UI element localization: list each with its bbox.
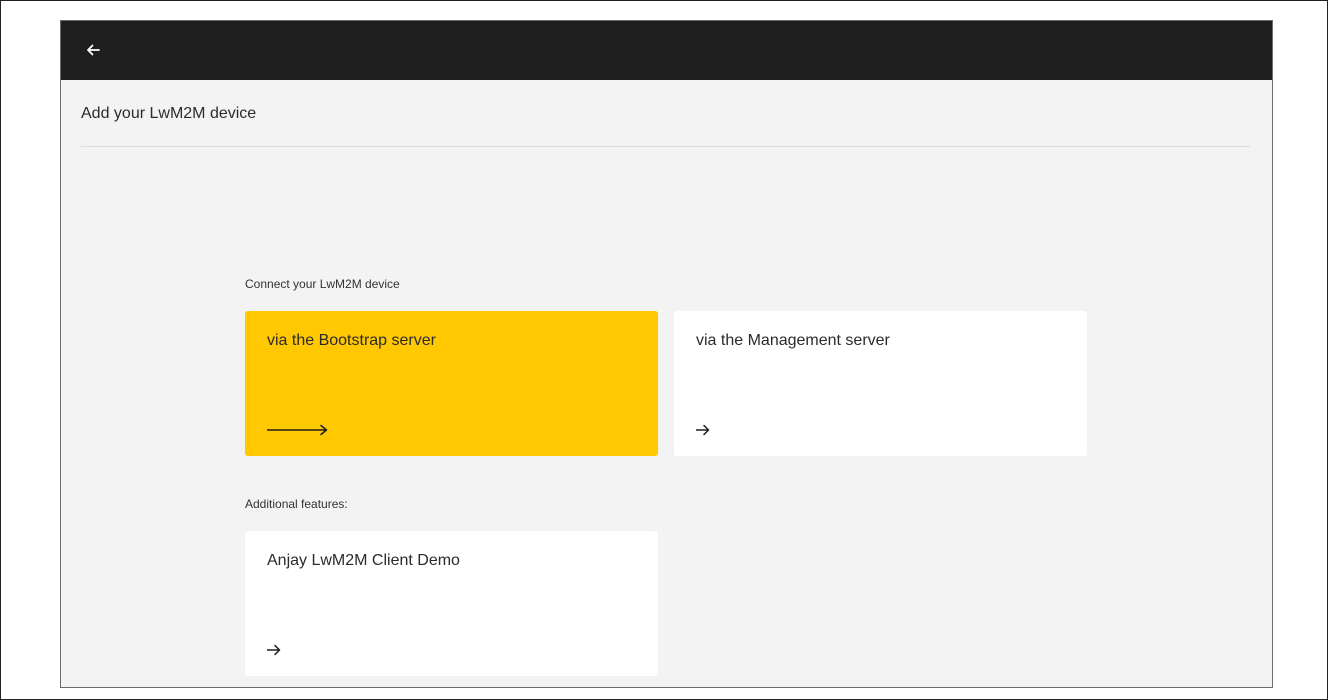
bootstrap-server-card-label: via the Bootstrap server	[267, 332, 436, 349]
arrow-left-icon	[87, 44, 100, 56]
bootstrap-server-card[interactable]: via the Bootstrap server	[245, 311, 658, 456]
back-button[interactable]	[79, 36, 107, 64]
management-server-card[interactable]: via the Management server	[674, 311, 1087, 456]
arrow-right-icon	[267, 644, 281, 656]
arrow-right-icon	[696, 424, 710, 436]
anjay-client-demo-card-label: Anjay LwM2M Client Demo	[267, 552, 460, 569]
title-divider	[81, 146, 1250, 147]
management-server-card-label: via the Management server	[696, 332, 890, 349]
app-window: Add your LwM2M device Connect your LwM2M…	[60, 20, 1273, 688]
anjay-client-demo-card[interactable]: Anjay LwM2M Client Demo	[245, 531, 658, 676]
page-title: Add your LwM2M device	[81, 105, 257, 122]
top-bar	[61, 21, 1272, 80]
long-arrow-right-icon	[267, 424, 328, 436]
connect-section-label: Connect your LwM2M device	[245, 277, 400, 291]
additional-features-label: Additional features:	[245, 497, 348, 511]
